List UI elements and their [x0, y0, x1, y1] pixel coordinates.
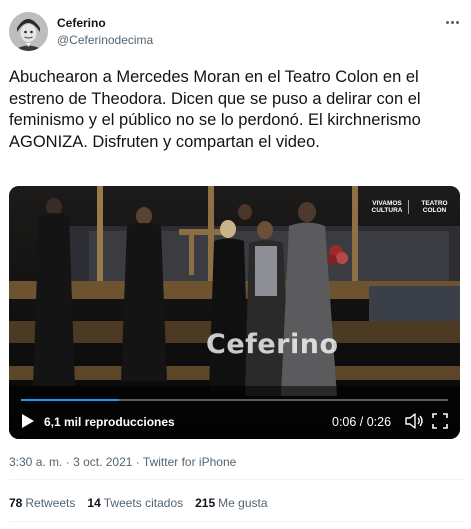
video-player[interactable]: VIVAMOS CULTURA TEATRO COLON Ceferino 6,…	[9, 186, 460, 439]
retweets-count: 78	[9, 496, 23, 510]
broadcast-logo-right: TEATRO COLON	[408, 200, 456, 214]
tweet-stats: 78 Retweets 14 Tweets citados 215 Me gusta	[9, 496, 268, 510]
more-icon[interactable]	[443, 15, 461, 29]
quotes-stat[interactable]: 14 Tweets citados	[87, 496, 183, 510]
avatar[interactable]	[9, 12, 48, 51]
meta-separator: ·	[135, 455, 140, 469]
video-controls: 6,1 mil reproducciones 0:06 / 0:26	[9, 402, 460, 439]
author-handle[interactable]: @Ceferinodecima	[57, 33, 153, 47]
likes-count: 215	[195, 496, 216, 510]
author-display-name[interactable]: Ceferino	[57, 16, 106, 30]
avatar-image	[9, 12, 48, 51]
retweets-stat[interactable]: 78 Retweets	[9, 496, 75, 510]
retweets-label: Retweets	[25, 496, 76, 510]
quotes-count: 14	[87, 496, 101, 510]
tweet-time[interactable]: 3:30 a. m.	[9, 455, 62, 469]
divider	[9, 521, 464, 522]
play-icon[interactable]	[22, 414, 34, 428]
quotes-label: Tweets citados	[103, 496, 184, 510]
broadcast-logo: VIVAMOS CULTURA TEATRO COLON	[371, 200, 456, 214]
tweet-text: Abuchearon a Mercedes Moran en el Teatro…	[9, 68, 421, 151]
tweet-meta: 3:30 a. m. · 3 oct. 2021 · Twitter for i…	[9, 455, 236, 469]
fullscreen-icon[interactable]	[432, 413, 448, 429]
tweet-date[interactable]: 3 oct. 2021	[73, 455, 132, 469]
tweet-source[interactable]: Twitter for iPhone	[143, 455, 236, 469]
likes-label: Me gusta	[218, 496, 268, 510]
meta-separator: ·	[65, 455, 70, 469]
divider	[9, 479, 464, 480]
video-progress-fill	[21, 399, 120, 401]
broadcast-logo-left: VIVAMOS CULTURA	[371, 200, 403, 214]
view-count: 6,1 mil reproducciones	[44, 415, 175, 429]
volume-icon[interactable]	[405, 413, 423, 429]
video-time: 0:06 / 0:26	[332, 415, 392, 429]
tweet: Ceferino @Ceferinodecima Abuchearon a Me…	[0, 0, 471, 529]
likes-stat[interactable]: 215 Me gusta	[195, 496, 267, 510]
video-watermark: Ceferino	[206, 329, 339, 360]
